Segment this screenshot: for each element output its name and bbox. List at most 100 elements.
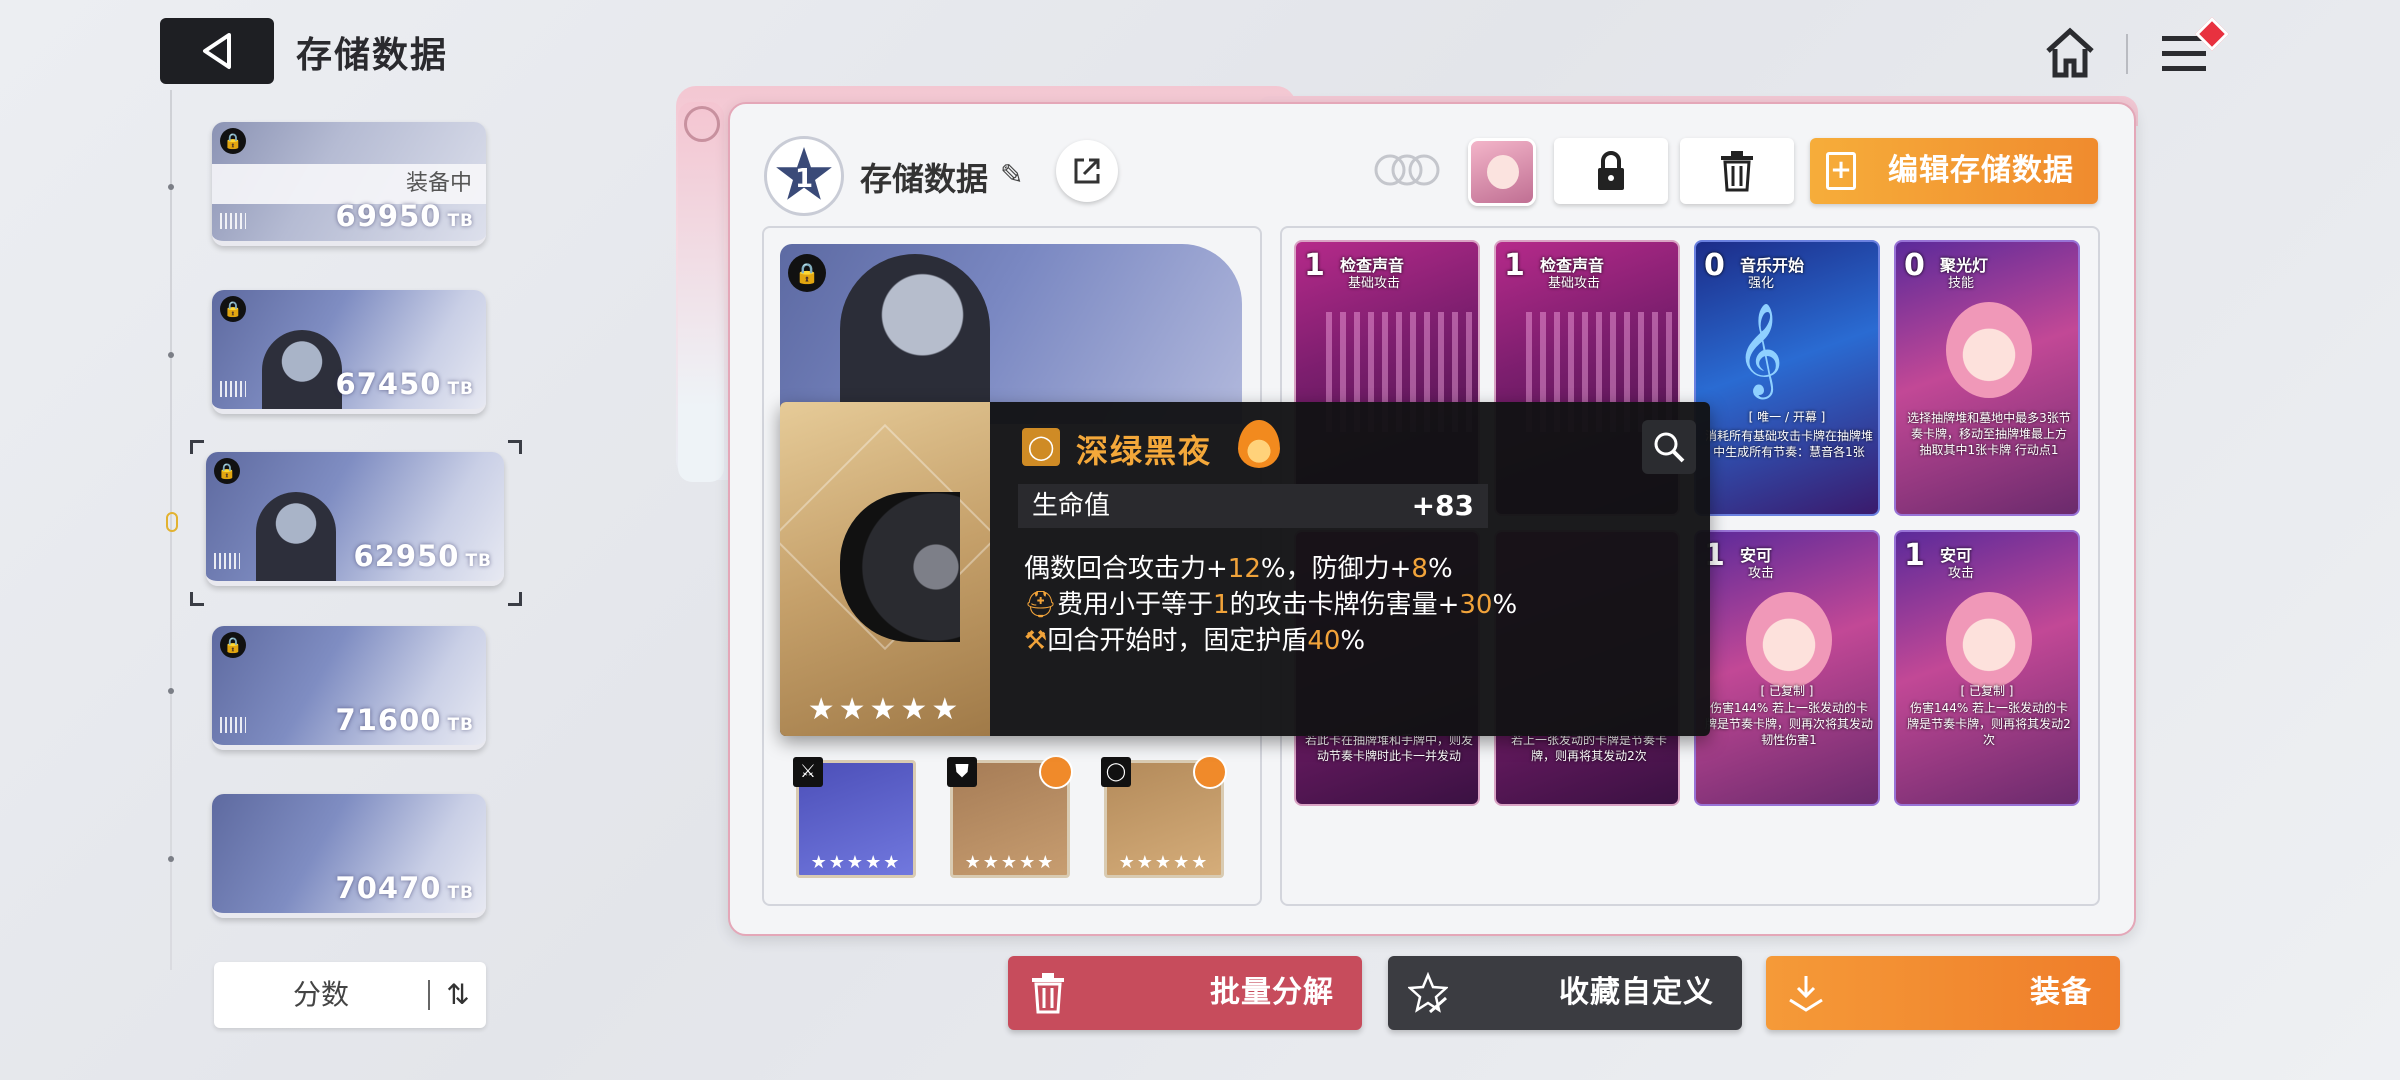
slot-score: 69950 TB (335, 199, 474, 233)
set-badge-icon (1193, 755, 1227, 789)
deck-card-8[interactable]: 1 安可 攻击 [ 已复制 ] 伤害144% 若上一张发动的卡牌是节奏卡牌，则再… (1894, 530, 2080, 806)
search-icon (1654, 432, 1685, 463)
card-art (1946, 592, 2032, 688)
side-decoration (678, 102, 724, 482)
brain-icon (684, 106, 720, 142)
list-active-indicator (166, 512, 178, 532)
trash-icon (1721, 151, 1753, 192)
storage-slot-5[interactable]: 70470 TB (212, 794, 486, 918)
card-art (1746, 592, 1832, 688)
deck-card-7[interactable]: 1 安可 攻击 [ 已复制 ] 伤害144% 若上一张发动的卡牌是节奏卡牌，则再… (1694, 530, 1880, 806)
deck-card-3[interactable]: 0 音乐开始 强化 𝄞 [ 唯一 / 开幕 ] 消耗所有基础攻击卡牌在抽牌堆中生… (1694, 240, 1880, 516)
top-separator (2126, 34, 2128, 74)
list-dot (168, 352, 174, 358)
bulk-decompose-button[interactable]: 批量分解 (1008, 956, 1362, 1030)
selection-bracket (190, 592, 204, 606)
card-cost: 0 (1704, 248, 1725, 283)
star-edit-icon (1408, 972, 1448, 1014)
main-stat-row: 生命值 +83 (1018, 484, 1488, 528)
back-arrow-icon (203, 33, 231, 69)
hammer-icon: ⚒ (1024, 626, 1048, 656)
equipment-slot-armor[interactable]: ⛊ ★★★★★ (947, 755, 1073, 878)
card-type: 攻击 (1948, 566, 1975, 581)
card-art (1946, 302, 2032, 398)
sort-separator (428, 980, 430, 1010)
card-description: 选择抽牌堆和墓地中最多3张节奏卡牌，移动至抽牌堆最上方 抽取其中1张卡牌 行动点… (1907, 411, 2071, 457)
storage-slot-1[interactable]: 🔒 装备中 69950 TB (212, 122, 486, 246)
weapon-type-icon: ⚔ (793, 757, 823, 787)
card-cost: 1 (1504, 248, 1525, 283)
selection-bracket (508, 592, 522, 606)
barcode-icon (220, 381, 246, 397)
lock-icon: 🔒 (220, 296, 246, 322)
helmet-icon: ⛑ (1024, 590, 1058, 620)
edit-storage-button[interactable]: + 编辑存储数据 (1810, 138, 2098, 204)
level-badge: 1 (764, 136, 844, 216)
home-button[interactable] (2040, 22, 2100, 84)
lock-icon: 🔒 (788, 254, 826, 292)
card-description: 消耗所有基础攻击卡牌在抽牌堆中生成所有节奏：慧音各1张 (1704, 429, 1873, 459)
storage-slot-4[interactable]: 🔒 71600 TB (212, 626, 486, 750)
equipment-slot-accessory[interactable]: ◯ ★★★★★ (1101, 755, 1227, 878)
set-flame-icon (1238, 420, 1280, 468)
card-tag: [ 已复制 ] (1960, 684, 2014, 698)
slot-score: 62950 TB (353, 539, 492, 573)
deck-card-4[interactable]: 0 聚光灯 技能 选择抽牌堆和墓地中最多3张节奏卡牌，移动至抽牌堆最上方 抽取其… (1894, 240, 2080, 516)
slot-score: 71600 TB (335, 703, 474, 737)
page-title: 存储数据 (296, 35, 449, 76)
lock-icon: 🔒 (220, 632, 246, 658)
card-type: 基础攻击 (1548, 276, 1601, 291)
ring-type-icon: ◯ (1022, 428, 1060, 466)
list-dot (168, 688, 174, 694)
trash-icon (1032, 973, 1064, 1014)
barcode-icon (214, 553, 240, 569)
music-note-icon: 𝄞 (1736, 302, 1784, 395)
armor-type-icon: ⛊ (947, 757, 977, 787)
character-portrait (256, 492, 336, 581)
equipped-label: 装备中 (212, 164, 486, 204)
zoom-button[interactable] (1642, 420, 1696, 474)
slot-score: 67450 TB (335, 367, 474, 401)
card-description: 若上一张发动的卡牌是节奏卡牌，则再将其发动2次 (1510, 733, 1667, 763)
star-icon: 1 (776, 147, 832, 200)
card-tag: [ 已复制 ] (1760, 684, 1814, 698)
sort-control[interactable]: 分数 ⇅ (214, 962, 486, 1028)
sort-label[interactable]: 分数 (214, 962, 428, 1028)
set-badge-icon (1039, 755, 1073, 789)
share-button[interactable] (1056, 140, 1118, 202)
lock-button[interactable] (1554, 138, 1668, 204)
list-dot (168, 184, 174, 190)
item-art: ★★★★★ (780, 402, 990, 736)
character-silhouette (840, 254, 990, 424)
stat-value: +83 (1411, 489, 1474, 522)
character-art[interactable]: 🔒 (780, 244, 1242, 424)
list-dot (168, 856, 174, 862)
item-name: 深绿黑夜 (1076, 432, 1213, 470)
sort-order-icon[interactable]: ⇅ (440, 978, 476, 1012)
lock-icon: 🔒 (220, 128, 246, 154)
rename-pencil-icon[interactable]: ✎ (1000, 158, 1034, 192)
item-image (840, 492, 960, 642)
equip-button[interactable]: 装备 (1766, 956, 2120, 1030)
card-cost: 0 (1904, 248, 1925, 283)
panel-title: 存储数据 (860, 160, 989, 198)
character-portrait (262, 330, 342, 409)
card-type: 强化 (1748, 276, 1775, 291)
rings-decoration (1374, 154, 1440, 186)
card-description: 若此卡在抽牌堆和手牌中，则发动节奏卡牌时此卡一并发动 (1304, 733, 1473, 763)
selection-bracket (508, 440, 522, 454)
storage-slot-2[interactable]: 🔒 67450 TB (212, 290, 486, 414)
delete-button[interactable] (1680, 138, 1794, 204)
stat-name: 生命值 (1032, 491, 1111, 521)
favorite-custom-button[interactable]: 收藏自定义 (1388, 956, 1742, 1030)
menu-button[interactable] (2156, 17, 2229, 84)
equipment-slot-weapon[interactable]: ⚔ ★★★★★ (793, 757, 916, 878)
card-type: 攻击 (1748, 566, 1775, 581)
storage-slot-3[interactable]: 🔒 62950 TB (206, 452, 504, 586)
home-icon (2046, 27, 2094, 78)
card-cost: 1 (1904, 538, 1925, 573)
character-avatar[interactable] (1468, 138, 1536, 206)
back-button[interactable] (160, 18, 274, 84)
item-detail-popup: ★★★★★ ◯ 深绿黑夜 生命值 +83 偶数回合攻击力+12%，防御力+8% … (780, 402, 1710, 736)
effect-line-3: ⚒回合开始时，固定护盾40% (1024, 626, 1366, 656)
